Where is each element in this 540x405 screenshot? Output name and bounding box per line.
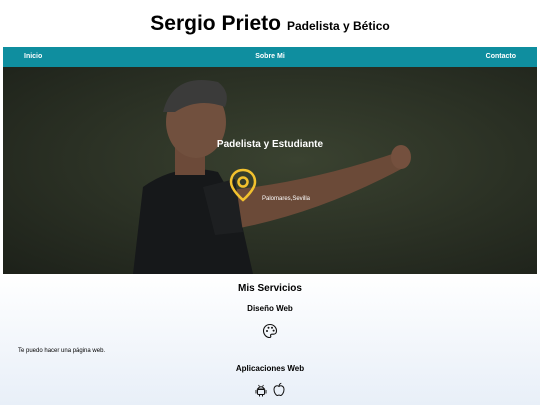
hero-banner: Padelista y Estudiante Palomares,Sevilla [3, 67, 537, 274]
apple-icon [273, 382, 285, 397]
site-tagline: Padelista y Bético [286, 18, 390, 33]
nav-item-contacto[interactable]: Contacto [486, 53, 516, 60]
palette-icon [262, 323, 278, 339]
map-pin-icon [229, 168, 257, 202]
service-title-aplicaciones-web: Aplicaciones Web [235, 364, 305, 373]
services-section: Mis Servicios Diseño Web Te puedo hacer … [0, 274, 540, 405]
service-description-diseno-web: Te puedo hacer una página web. [18, 348, 106, 354]
service-title-diseno-web: Diseño Web [247, 304, 293, 313]
location-text: Palomares,Sevilla [262, 196, 311, 202]
nav-item-sobre-mi[interactable]: Sobre Mi [3, 53, 537, 60]
main-nav: Inicio Sobre Mi Contacto [3, 47, 537, 67]
services-title: Mis Servicios [238, 283, 302, 294]
site-header: Sergio Prieto Padelista y Bético [0, 0, 540, 47]
hero-title: Padelista y Estudiante [216, 139, 324, 150]
android-icon [255, 384, 267, 397]
site-name: Sergio Prieto [150, 11, 281, 35]
hero-background-photo [3, 67, 537, 274]
